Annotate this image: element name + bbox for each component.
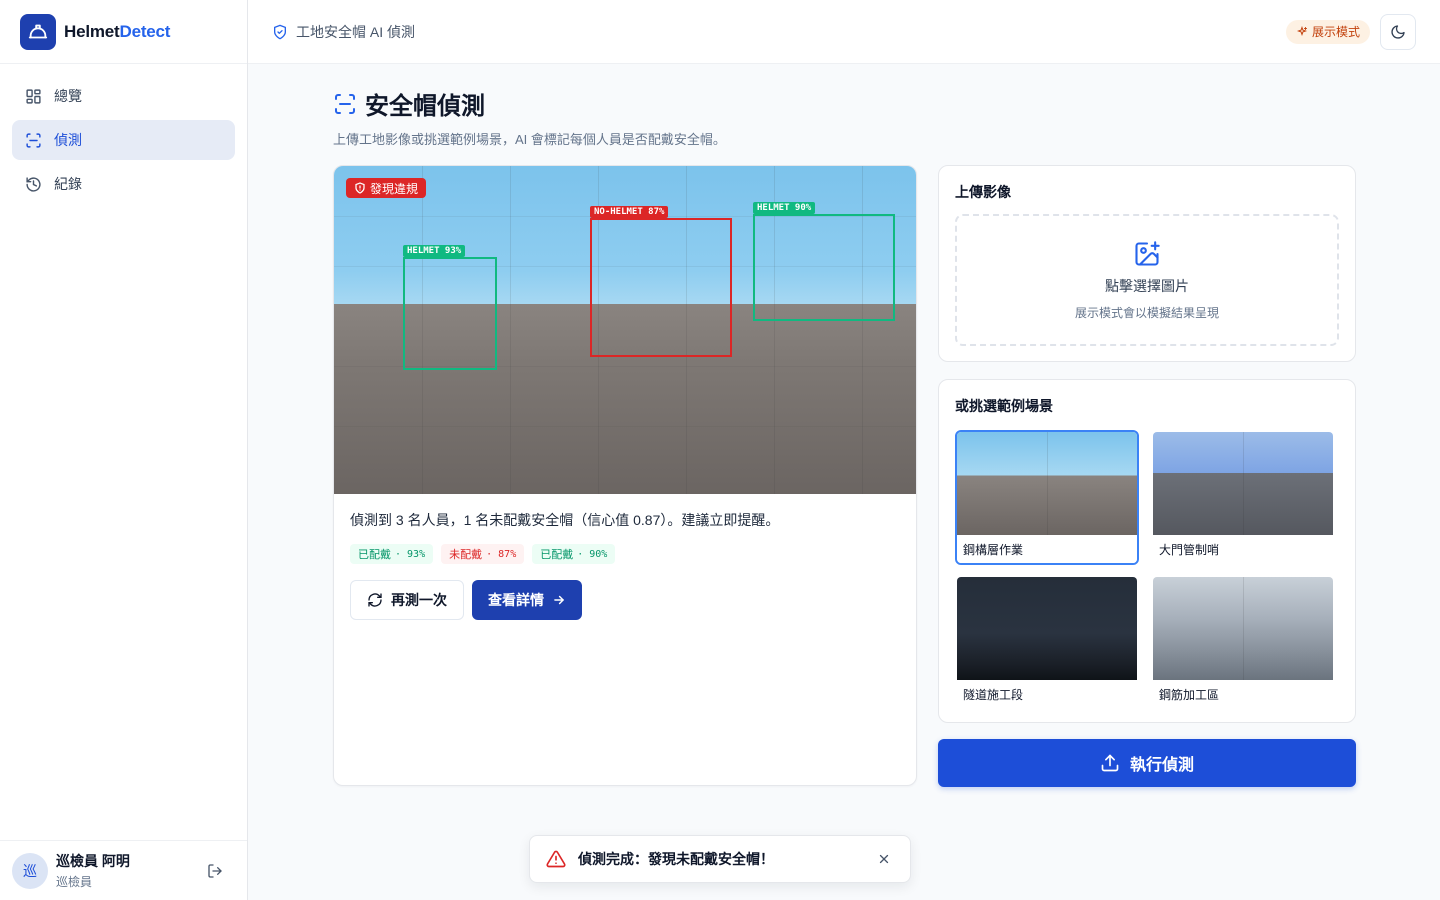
- scan-icon: [24, 131, 42, 149]
- demo-badge-label: 展示模式: [1311, 25, 1360, 39]
- sidebar: HelmetDetect 總覽 偵測 紀錄 巡 巡檢員 阿明 巡檢員: [0, 0, 248, 900]
- demo-mode-badge: 展示模式: [1285, 19, 1370, 44]
- dropzone-subtitle: 展示模式會以模擬結果呈現: [1074, 305, 1219, 320]
- result-chips: 已配戴 · 93% 未配戴 · 87% 已配戴 · 90%: [350, 544, 900, 564]
- run-detection-button[interactable]: 執行偵測: [938, 739, 1356, 787]
- topbar-actions: 展示模式: [1285, 13, 1416, 50]
- arrow-right-icon: [554, 595, 564, 605]
- result-body: 偵測到 3 名人員，1 名未配戴安全帽（信心值 0.87）。建議立即提醒。 已配…: [334, 494, 916, 636]
- sample-thumbnail: [1153, 577, 1333, 680]
- sidebar-item-label: 偵測: [54, 132, 82, 148]
- scan-icon: [335, 93, 355, 114]
- sample-label: 隧道施工段: [957, 680, 1137, 708]
- sample-scenes-card: 或挑選範例場景 鋼構層作業 大門管制哨 隧道施工段 鋼筋加工區: [938, 379, 1356, 723]
- sidebar-item-overview[interactable]: 總覽: [12, 76, 235, 116]
- page-subtitle: 上傳工地影像或挑選範例場景，AI 會標記每個人員是否配戴安全帽。: [333, 132, 726, 147]
- detection-image: 發現違規 HELMET 93% NO-HELMET 87% HELMET 90%: [334, 166, 916, 494]
- helmet-logo-icon: [20, 13, 56, 50]
- history-icon: [24, 175, 42, 193]
- image-plus-icon: [1135, 240, 1160, 266]
- sample-card-title: 或挑選範例場景: [955, 398, 1053, 414]
- sidebar-item-detect[interactable]: 偵測: [12, 120, 235, 160]
- sample-thumbnail: [1153, 432, 1333, 535]
- status-chip: 已配戴 · 90%: [532, 544, 616, 564]
- detection-label: HELMET 93%: [403, 245, 466, 257]
- sample-label: 鋼構層作業: [957, 535, 1137, 563]
- sample-scene-steel-floor[interactable]: 鋼構層作業: [955, 430, 1139, 565]
- upload-card-title: 上傳影像: [955, 184, 1011, 200]
- upload-card: 上傳影像 點擊選擇圖片 展示模式會以模擬結果呈現: [938, 165, 1356, 362]
- status-chip: 未配戴 · 87%: [441, 544, 525, 564]
- run-detection-label: 執行偵測: [1129, 757, 1194, 774]
- result-summary: 偵測到 3 名人員，1 名未配戴安全帽（信心值 0.87）。建議立即提醒。: [350, 512, 780, 528]
- view-details-label: 查看詳情: [488, 592, 544, 608]
- sidebar-item-label: 總覽: [54, 88, 82, 104]
- user-name: 巡檢員 阿明: [56, 853, 130, 869]
- detection-box-helmet[interactable]: HELMET 93%: [403, 245, 497, 370]
- retry-button-label: 再測一次: [391, 592, 447, 608]
- detection-box-no-helmet[interactable]: NO-HELMET 87%: [590, 206, 732, 357]
- sample-label: 大門管制哨: [1153, 535, 1333, 563]
- brand[interactable]: HelmetDetect: [0, 0, 247, 64]
- refresh-icon: [368, 593, 382, 607]
- sample-scene-gate[interactable]: 大門管制哨: [1151, 430, 1335, 565]
- toast-notification: 偵測完成：發現未配戴安全帽！: [529, 835, 911, 883]
- sample-label: 鋼筋加工區: [1153, 680, 1333, 708]
- sample-scene-tunnel[interactable]: 隧道施工段: [955, 575, 1139, 710]
- user-profile: 巡 巡檢員 阿明 巡檢員: [0, 840, 247, 900]
- page-header: 安全帽偵測 上傳工地影像或挑選範例場景，AI 會標記每個人員是否配戴安全帽。: [333, 86, 726, 148]
- sidebar-item-history[interactable]: 紀錄: [12, 164, 235, 204]
- shield-alert-icon: [355, 182, 365, 194]
- detection-label: HELMET 90%: [753, 202, 816, 214]
- sparkles-icon: [1296, 25, 1308, 36]
- user-info: 巡檢員 阿明 巡檢員: [56, 851, 203, 890]
- sample-thumbnail: [957, 577, 1137, 680]
- brand-name: HelmetDetect: [64, 21, 171, 41]
- upload-dropzone[interactable]: 點擊選擇圖片 展示模式會以模擬結果呈現: [955, 214, 1339, 346]
- topbar: 工地安全帽 AI 偵測 展示模式: [248, 0, 1440, 64]
- detection-result-card: 發現違規 HELMET 93% NO-HELMET 87% HELMET 90%…: [333, 165, 917, 786]
- sidebar-nav: 總覽 偵測 紀錄: [0, 64, 247, 220]
- topbar-title: 工地安全帽 AI 偵測: [272, 22, 415, 42]
- alert-triangle-icon: [546, 850, 566, 868]
- topbar-title-text: 工地安全帽 AI 偵測: [296, 23, 416, 40]
- page-title: 安全帽偵測: [333, 86, 726, 121]
- view-details-button[interactable]: 查看詳情: [472, 580, 582, 620]
- violation-badge: 發現違規: [346, 178, 427, 198]
- violation-badge-label: 發現違規: [370, 181, 419, 196]
- theme-toggle-button[interactable]: [1380, 13, 1416, 50]
- avatar[interactable]: 巡: [12, 852, 48, 889]
- retry-button[interactable]: 再測一次: [350, 580, 464, 620]
- result-actions: 再測一次 查看詳情: [350, 580, 900, 620]
- sample-thumbnail: [957, 432, 1137, 535]
- user-role: 巡檢員: [56, 875, 93, 889]
- moon-icon: [1391, 24, 1405, 39]
- toast-message: 偵測完成：發現未配戴安全帽！: [578, 851, 774, 867]
- detection-label: NO-HELMET 87%: [590, 206, 669, 218]
- sample-scene-rebar[interactable]: 鋼筋加工區: [1151, 575, 1335, 710]
- sidebar-item-label: 紀錄: [54, 176, 82, 192]
- grid-icon: [24, 87, 42, 105]
- dropzone-title: 點擊選擇圖片: [1105, 277, 1189, 294]
- shield-check-icon: [274, 24, 286, 39]
- page-title-text: 安全帽偵測: [365, 93, 485, 120]
- close-icon[interactable]: [874, 849, 894, 869]
- upload-icon: [1101, 754, 1119, 772]
- status-chip: 已配戴 · 93%: [350, 544, 434, 564]
- logout-icon[interactable]: [203, 859, 227, 883]
- sample-grid: 鋼構層作業 大門管制哨 隧道施工段 鋼筋加工區: [955, 430, 1339, 710]
- detection-box-helmet[interactable]: HELMET 90%: [753, 202, 895, 321]
